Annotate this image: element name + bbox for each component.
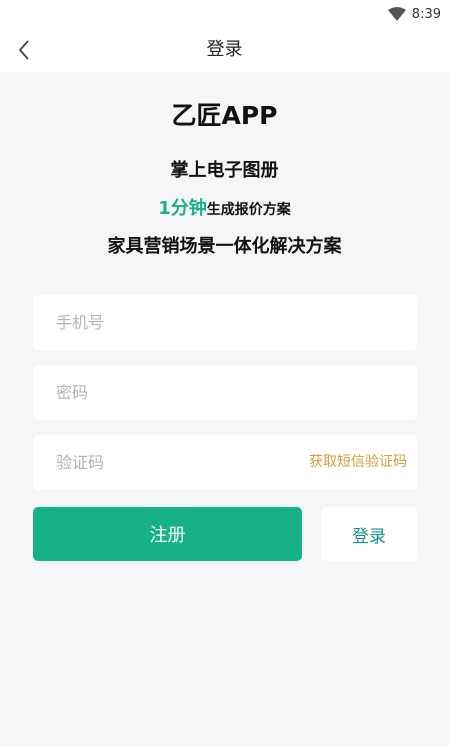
tagline-3: 家具营销场景一体化解决方案 bbox=[107, 236, 342, 257]
app-name: 乙匠APP bbox=[171, 101, 278, 130]
chevron-left-icon bbox=[18, 40, 29, 60]
phone-field-container bbox=[33, 295, 417, 350]
code-field-container: 获取短信验证码 bbox=[33, 435, 417, 490]
nav-bar: 登录 bbox=[0, 28, 449, 72]
login-button[interactable]: 登录 bbox=[321, 507, 417, 561]
password-field-container bbox=[33, 365, 417, 420]
get-sms-code-button[interactable]: 获取短信验证码 bbox=[309, 435, 407, 490]
tagline-2-highlight: 1分钟 bbox=[158, 198, 207, 219]
tagline-1: 掌上电子图册 bbox=[170, 160, 279, 181]
wifi-icon bbox=[387, 7, 406, 21]
phone-input[interactable] bbox=[33, 295, 417, 350]
tagline-2: 1分钟生成报价方案 bbox=[0, 194, 449, 220]
tagline-2-rest: 生成报价方案 bbox=[206, 202, 291, 218]
status-bar: 8:39 bbox=[0, 0, 449, 28]
back-button[interactable] bbox=[10, 36, 38, 64]
status-time: 8:39 bbox=[411, 6, 441, 22]
register-button[interactable]: 注册 bbox=[33, 507, 302, 561]
page-title: 登录 bbox=[206, 39, 243, 60]
password-input[interactable] bbox=[33, 365, 417, 420]
